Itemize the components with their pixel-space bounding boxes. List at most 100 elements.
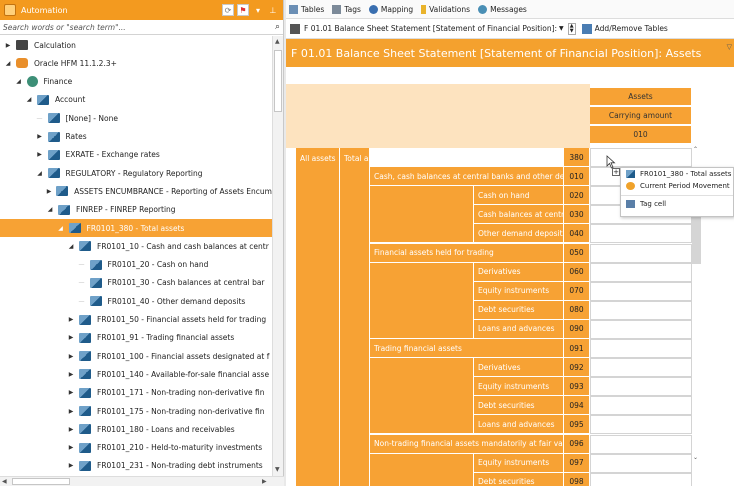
table-select[interactable]: F 01.01 Balance Sheet Statement [Stateme… (304, 24, 557, 33)
data-cell[interactable] (590, 434, 692, 454)
row-label: Non-trading financial assets mandatorily… (370, 434, 564, 454)
tree-node[interactable]: ◢ Finance (0, 73, 272, 91)
tree-node[interactable]: ◢ FR0101_10 - Cash and cash balances at c… (0, 237, 272, 255)
tree-node[interactable]: — FR0101_20 - Cash on hand (0, 256, 272, 274)
tree-node[interactable]: ▶ Rates (0, 128, 272, 146)
data-cell[interactable] (590, 319, 692, 339)
popup-item-movement[interactable]: Current Period Movement (621, 180, 733, 192)
tab-validations[interactable]: Validations (421, 4, 470, 14)
search-box[interactable]: Search words or "search term"... ⌕ (0, 20, 283, 35)
popup-item-tag-cell[interactable]: Tag cell (621, 195, 733, 209)
data-cell[interactable] (590, 243, 692, 263)
filter-icon[interactable]: ▽ (727, 43, 732, 51)
flag-icon[interactable]: ⚑ (237, 4, 249, 16)
row-label: Trading financial assets (370, 339, 564, 359)
grid-scroll-down-icon[interactable]: ⌄ (693, 454, 698, 461)
data-cell[interactable] (590, 415, 692, 435)
expand-arrow-icon[interactable]: ▶ (67, 334, 75, 341)
dimension-icon (89, 259, 102, 270)
data-cell[interactable] (590, 262, 692, 282)
tree-node-label: [None] - None (65, 113, 118, 123)
expand-arrow-icon[interactable]: ▶ (67, 353, 75, 360)
collapse-arrow-icon[interactable]: ◢ (57, 225, 65, 232)
expand-arrow-icon[interactable]: ▶ (67, 444, 75, 451)
tree-node[interactable]: ◢ REGULATORY - Regulatory Reporting (0, 164, 272, 182)
tree-node[interactable]: ◢ Oracle HFM 11.1.2.3+ (0, 54, 272, 72)
data-cell[interactable] (590, 453, 692, 473)
scroll-thumb[interactable] (274, 50, 282, 112)
dimension-icon (56, 186, 69, 197)
refresh-icon[interactable]: ⟳ (222, 4, 234, 16)
tree-node[interactable]: ▶ FR0101_171 - Non-trading non-derivative… (0, 384, 272, 402)
data-cell[interactable] (590, 281, 692, 301)
scroll-down-icon[interactable]: ▼ (275, 466, 280, 473)
expand-arrow-icon[interactable]: ▶ (46, 188, 52, 195)
table-grid: Assets Carrying amount 010 All assets To… (286, 68, 734, 486)
expand-arrow-icon[interactable]: ▶ (36, 133, 44, 140)
scroll-up-icon[interactable]: ▲ (275, 38, 280, 45)
collapse-arrow-icon[interactable]: ◢ (15, 78, 23, 85)
tree-node[interactable]: — [None] - None (0, 109, 272, 127)
tree-node[interactable]: ▶ FR0101_50 - Financial assets held for t… (0, 311, 272, 329)
data-cell[interactable] (590, 339, 692, 359)
search-icon[interactable]: ⌕ (275, 22, 280, 32)
tree-node[interactable]: ▶ FR0101_91 - Trading financial assets (0, 329, 272, 347)
collapse-arrow-icon[interactable]: ◢ (36, 170, 44, 177)
tree-node[interactable]: — FR0101_40 - Other demand deposits (0, 292, 272, 310)
expand-arrow-icon[interactable]: ▶ (67, 426, 75, 433)
tab-label: Messages (490, 4, 527, 14)
hscroll-thumb[interactable] (12, 478, 70, 485)
tab-tables[interactable]: Tables (289, 4, 324, 14)
tree-horizontal-scrollbar[interactable]: ◀ ▶ (0, 476, 284, 486)
grid-scroll-up-icon[interactable]: ⌃ (693, 146, 698, 153)
collapse-arrow-icon[interactable]: ◢ (67, 243, 75, 250)
popup-item-account[interactable]: FR0101_380 - Total assets (621, 168, 733, 180)
tree-node-label: FR0101_20 - Cash on hand (107, 260, 209, 270)
expand-arrow-icon[interactable]: ▶ (67, 316, 75, 323)
expand-arrow-icon[interactable]: ▶ (4, 42, 12, 49)
collapse-arrow-icon[interactable]: ◢ (25, 96, 33, 103)
tab-tags[interactable]: Tags (332, 4, 361, 14)
chevron-down-icon[interactable]: ▼ (559, 25, 564, 32)
tree-node[interactable]: ▶ FR0101_210 - Held-to-maturity investmen… (0, 439, 272, 457)
dimension-icon (79, 332, 91, 343)
data-cell[interactable] (590, 377, 692, 397)
expand-arrow-icon[interactable]: ▶ (67, 389, 75, 396)
table-stepper[interactable]: ▲ ▼ (567, 22, 576, 35)
tree-node[interactable]: ▶ EXRATE - Exchange rates (0, 146, 272, 164)
tree-node[interactable]: ▶ ASSETS ENCUMBRANCE - Reporting of Asset… (0, 182, 272, 200)
tree-node[interactable]: ◢ FR0101_380 - Total assets (0, 219, 272, 237)
search-input[interactable]: Search words or "search term"... (3, 23, 275, 32)
tree-node[interactable]: ◢ Account (0, 91, 272, 109)
row-code: 020 (564, 186, 590, 206)
scroll-right-icon[interactable]: ▶ (262, 478, 267, 485)
tab-messages[interactable]: Messages (478, 4, 527, 14)
tree-node[interactable]: ▶ FR0101_140 - Available-for-sale financi… (0, 365, 272, 383)
expand-arrow-icon[interactable]: ▶ (67, 408, 75, 415)
tree-node[interactable]: ▶ FR0101_100 - Financial assets designate… (0, 347, 272, 365)
tree-node[interactable]: ◢ FINREP - FINREP Reporting (0, 201, 272, 219)
data-cell[interactable] (590, 224, 692, 244)
tree-node[interactable]: ▶ Calculation (0, 36, 272, 54)
pin-icon[interactable]: ⊥ (267, 4, 279, 16)
data-cell[interactable] (590, 300, 692, 320)
expand-arrow-icon[interactable]: ▶ (67, 371, 75, 378)
tree-node[interactable]: ▶ FR0101_180 - Loans and receivables (0, 420, 272, 438)
expand-arrow-icon[interactable]: ▶ (67, 462, 75, 469)
main-panel: Tables Tags Mapping Validations Messages… (286, 0, 734, 486)
data-cell[interactable] (590, 358, 692, 378)
calculator-icon (16, 40, 28, 50)
dropdown-icon[interactable]: ▾ (252, 4, 264, 16)
tab-mapping[interactable]: Mapping (368, 4, 413, 14)
add-remove-tables-button[interactable]: Add/Remove Tables (581, 23, 668, 34)
expand-arrow-icon[interactable]: ▶ (36, 151, 44, 158)
data-cell[interactable] (590, 396, 692, 416)
collapse-arrow-icon[interactable]: ◢ (46, 206, 54, 213)
tree-node[interactable]: ▶ FR0101_175 - Non-trading non-derivative… (0, 402, 272, 420)
data-cell[interactable] (590, 472, 692, 486)
tree-vertical-scrollbar[interactable]: ▲ ▼ (272, 36, 283, 476)
scroll-left-icon[interactable]: ◀ (2, 478, 7, 485)
tree-node[interactable]: — FR0101_30 - Cash balances at central ba… (0, 274, 272, 292)
tree-node[interactable]: ▶ FR0101_231 - Non-trading debt instrumen… (0, 457, 272, 475)
collapse-arrow-icon[interactable]: ◢ (4, 60, 12, 67)
